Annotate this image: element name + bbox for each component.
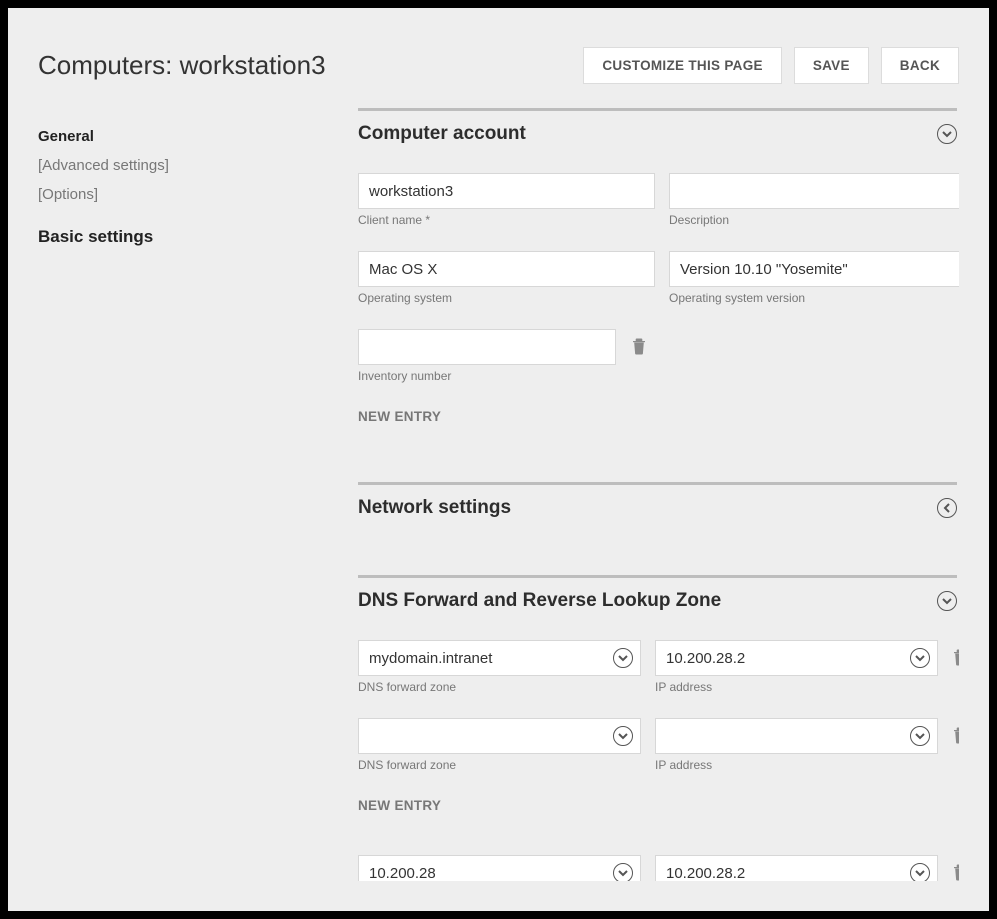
trash-icon xyxy=(952,726,959,747)
sidebar-item-general[interactable]: General xyxy=(38,122,358,151)
sidebar-item-advanced-settings[interactable]: [Advanced settings] xyxy=(38,151,358,180)
row-name-desc: Client name * Description xyxy=(358,173,957,227)
chevron-down-icon xyxy=(942,126,952,142)
section-header: Computer account xyxy=(358,123,957,145)
dropdown-toggle[interactable] xyxy=(613,863,633,881)
section-network-settings: Network settings xyxy=(358,482,957,519)
section-header: DNS Forward and Reverse Lookup Zone xyxy=(358,590,957,612)
field-description: Description xyxy=(669,173,959,227)
dropdown-toggle[interactable] xyxy=(910,863,930,881)
dns-forward-zone-label: DNS forward zone xyxy=(358,758,641,772)
dns-forward-row: DNS forward zone IP address xyxy=(358,718,957,772)
page-body: General [Advanced settings] [Options] Ba… xyxy=(8,98,989,911)
dropdown-toggle[interactable] xyxy=(910,726,930,746)
ip-address-label: IP address xyxy=(655,680,938,694)
collapse-toggle[interactable] xyxy=(937,124,957,144)
section-title: DNS Forward and Reverse Lookup Zone xyxy=(358,590,721,612)
chevron-down-icon xyxy=(915,865,925,881)
inventory-input[interactable] xyxy=(358,329,616,365)
ip-address-label: IP address xyxy=(655,758,938,772)
page-header: Computers: workstation3 CUSTOMIZE THIS P… xyxy=(8,8,989,98)
customize-page-button[interactable]: CUSTOMIZE THIS PAGE xyxy=(583,47,781,84)
field-client-name: Client name * xyxy=(358,173,655,227)
main-content: Computer account Client name * Descripti… xyxy=(358,98,959,881)
delete-row-button[interactable] xyxy=(952,640,959,676)
chevron-down-icon xyxy=(618,650,628,666)
field-ip-address: IP address xyxy=(655,855,938,881)
field-ip-address: IP address xyxy=(655,718,938,772)
sidebar-heading-basic-settings: Basic settings xyxy=(38,209,358,253)
inventory-label: Inventory number xyxy=(358,369,616,383)
new-entry-button[interactable]: NEW ENTRY xyxy=(358,796,957,815)
os-input[interactable] xyxy=(358,251,655,287)
dns-forward-zone-input[interactable] xyxy=(358,718,641,754)
field-dns-forward-zone: DNS forward zone xyxy=(358,718,641,772)
client-name-label: Client name * xyxy=(358,213,655,227)
field-ip-address: IP address xyxy=(655,640,938,694)
chevron-down-icon xyxy=(915,728,925,744)
row-inventory: Inventory number xyxy=(358,329,957,383)
back-button[interactable]: BACK xyxy=(881,47,959,84)
ip-address-input[interactable] xyxy=(655,640,938,676)
section-title: Network settings xyxy=(358,497,511,519)
page-title: Computers: workstation3 xyxy=(38,50,326,81)
dropdown-toggle[interactable] xyxy=(613,726,633,746)
page-frame: Computers: workstation3 CUSTOMIZE THIS P… xyxy=(8,8,989,911)
section-dns-zone: DNS Forward and Reverse Lookup Zone DNS … xyxy=(358,575,957,881)
chevron-down-icon xyxy=(618,728,628,744)
sidebar: General [Advanced settings] [Options] Ba… xyxy=(38,98,358,881)
description-label: Description xyxy=(669,213,959,227)
dns-forward-zone-label: DNS forward zone xyxy=(358,680,641,694)
section-computer-account: Computer account Client name * Descripti… xyxy=(358,108,957,426)
section-header: Network settings xyxy=(358,497,957,519)
chevron-left-icon xyxy=(942,500,952,516)
collapse-toggle[interactable] xyxy=(937,591,957,611)
field-os-version: Operating system version xyxy=(669,251,959,305)
delete-row-button[interactable] xyxy=(952,855,959,881)
sidebar-item-options[interactable]: [Options] xyxy=(38,180,358,209)
dns-forward-zone-input[interactable] xyxy=(358,640,641,676)
header-actions: CUSTOMIZE THIS PAGE SAVE BACK xyxy=(583,47,959,84)
trash-icon xyxy=(952,863,959,882)
delete-row-button[interactable] xyxy=(952,718,959,754)
ip-address-input[interactable] xyxy=(655,718,938,754)
expand-toggle[interactable] xyxy=(937,498,957,518)
os-version-label: Operating system version xyxy=(669,291,959,305)
dropdown-toggle[interactable] xyxy=(910,648,930,668)
field-dns-reverse-zone: DNS reverse zone xyxy=(358,855,641,881)
dropdown-toggle[interactable] xyxy=(613,648,633,668)
section-title: Computer account xyxy=(358,123,526,145)
trash-icon xyxy=(952,648,959,669)
chevron-down-icon xyxy=(915,650,925,666)
field-inventory: Inventory number xyxy=(358,329,616,383)
delete-inventory-button[interactable] xyxy=(630,329,648,365)
dns-reverse-row: DNS reverse zone IP address xyxy=(358,855,957,881)
dns-reverse-zone-input[interactable] xyxy=(358,855,641,881)
trash-icon xyxy=(631,337,647,358)
field-dns-forward-zone: DNS forward zone xyxy=(358,640,641,694)
os-label: Operating system xyxy=(358,291,655,305)
row-os: Operating system Operating system versio… xyxy=(358,251,957,305)
save-button[interactable]: SAVE xyxy=(794,47,869,84)
field-os: Operating system xyxy=(358,251,655,305)
description-input[interactable] xyxy=(669,173,959,209)
dns-forward-row: DNS forward zone IP address xyxy=(358,640,957,694)
new-entry-button[interactable]: NEW ENTRY xyxy=(358,407,957,426)
os-version-input[interactable] xyxy=(669,251,959,287)
ip-address-input[interactable] xyxy=(655,855,938,881)
chevron-down-icon xyxy=(618,865,628,881)
chevron-down-icon xyxy=(942,593,952,609)
client-name-input[interactable] xyxy=(358,173,655,209)
